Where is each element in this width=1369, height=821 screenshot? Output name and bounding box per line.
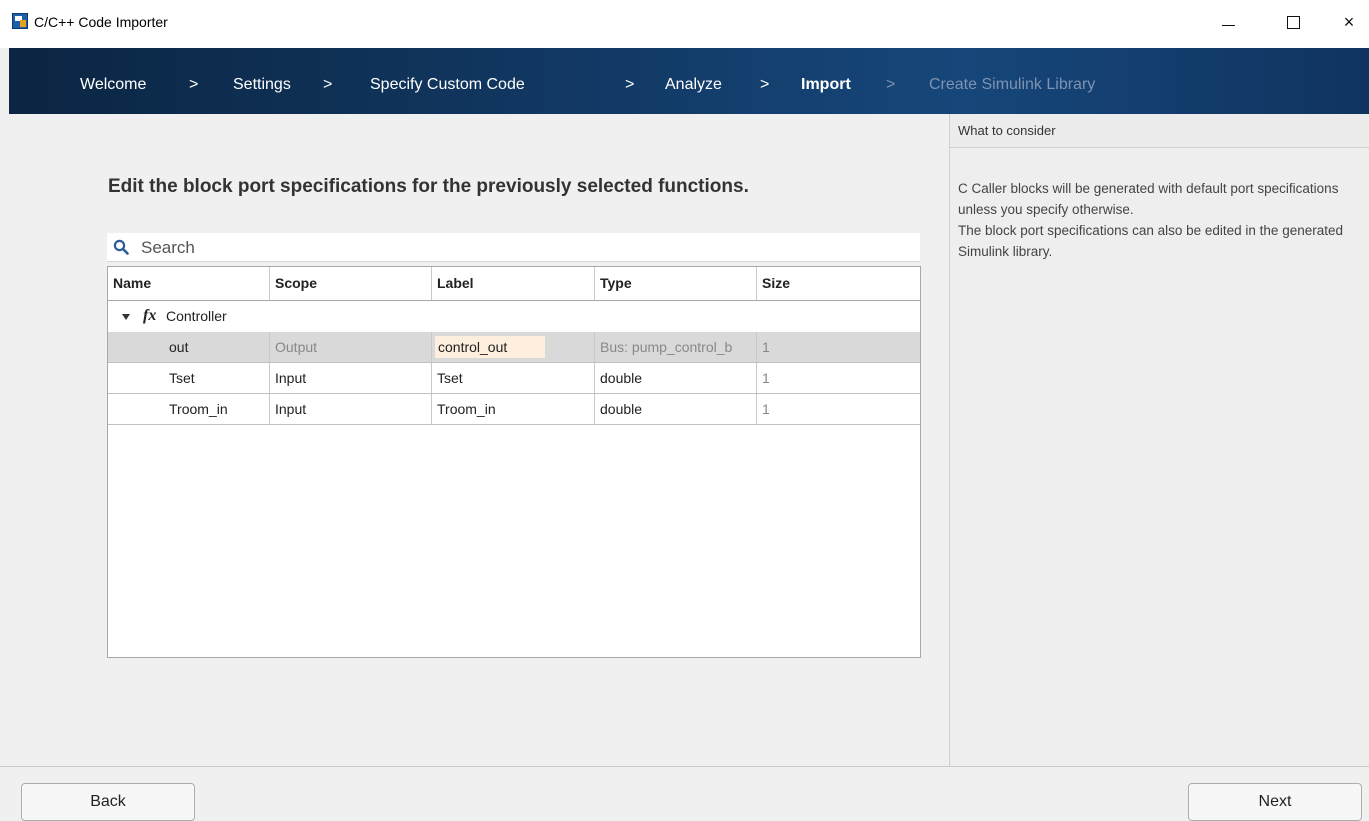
function-name: Controller bbox=[166, 308, 227, 324]
table-row[interactable]: Tset Input Tset double 1 bbox=[108, 363, 920, 394]
crumb-analyze[interactable]: Analyze bbox=[665, 76, 722, 94]
title-bar: C/C++ Code Importer × bbox=[0, 0, 1369, 48]
maximize-icon bbox=[1286, 15, 1300, 29]
footer-bar: Back Next bbox=[0, 766, 1369, 821]
cell-size[interactable]: 1 bbox=[757, 394, 920, 424]
column-header-type[interactable]: Type bbox=[595, 267, 757, 300]
cell-type[interactable]: Bus: pump_control_b bbox=[595, 332, 757, 362]
table-header: Name Scope Label Type Size bbox=[108, 267, 920, 301]
crumb-welcome[interactable]: Welcome bbox=[80, 76, 146, 94]
crumb-settings[interactable]: Settings bbox=[233, 76, 291, 94]
cell-type[interactable]: double bbox=[595, 363, 757, 393]
search-box[interactable] bbox=[107, 233, 920, 262]
label-edit-field[interactable]: control_out bbox=[435, 336, 545, 358]
port-spec-table: Name Scope Label Type Size fx Controller… bbox=[107, 266, 921, 658]
help-text-line: C Caller blocks will be generated with d… bbox=[958, 181, 1339, 217]
crumb-specify-custom-code[interactable]: Specify Custom Code bbox=[370, 76, 525, 94]
back-button[interactable]: Back bbox=[21, 783, 195, 821]
cell-size[interactable]: 1 bbox=[757, 332, 920, 362]
cell-name: out bbox=[108, 332, 270, 362]
column-header-name[interactable]: Name bbox=[108, 267, 270, 300]
window-border bbox=[0, 48, 9, 766]
crumb-create-simulink-library: Create Simulink Library bbox=[929, 76, 1096, 93]
column-header-scope[interactable]: Scope bbox=[270, 267, 432, 300]
help-panel-text: C Caller blocks will be generated with d… bbox=[958, 178, 1366, 262]
help-panel-header: What to consider bbox=[950, 114, 1369, 148]
crumb-separator: > bbox=[886, 76, 896, 93]
close-icon: × bbox=[1343, 11, 1355, 32]
search-input[interactable] bbox=[141, 237, 901, 259]
page-title: Edit the block port specifications for t… bbox=[108, 176, 749, 197]
crumb-separator: > bbox=[625, 76, 635, 93]
function-group-row[interactable]: fx Controller bbox=[108, 302, 920, 332]
table-row[interactable]: Troom_in Input Troom_in double 1 bbox=[108, 394, 920, 425]
crumb-separator: > bbox=[323, 76, 333, 93]
cell-scope[interactable]: Output bbox=[270, 332, 432, 362]
cell-type[interactable]: double bbox=[595, 394, 757, 424]
table-row[interactable]: out Output control_out Bus: pump_control… bbox=[108, 332, 920, 363]
main-panel: Edit the block port specifications for t… bbox=[9, 114, 949, 766]
next-button[interactable]: Next bbox=[1188, 783, 1362, 821]
cell-label[interactable]: control_out bbox=[432, 332, 595, 362]
expand-arrow-icon[interactable] bbox=[122, 314, 130, 320]
column-header-size[interactable]: Size bbox=[757, 267, 920, 300]
window-title: C/C++ Code Importer bbox=[34, 14, 168, 30]
cell-label[interactable]: Tset bbox=[432, 363, 595, 393]
help-panel: What to consider C Caller blocks will be… bbox=[949, 114, 1369, 766]
help-panel-title: What to consider bbox=[958, 123, 1056, 138]
minimize-button[interactable] bbox=[1205, 6, 1251, 38]
app-icon bbox=[12, 13, 28, 29]
close-button[interactable]: × bbox=[1326, 6, 1369, 38]
help-text-line: The block port specifications can also b… bbox=[958, 223, 1343, 259]
minimize-icon bbox=[1221, 24, 1235, 26]
column-header-label[interactable]: Label bbox=[432, 267, 595, 300]
cell-name: Troom_in bbox=[108, 394, 270, 424]
function-icon: fx bbox=[143, 307, 157, 324]
cell-name: Tset bbox=[108, 363, 270, 393]
cell-size[interactable]: 1 bbox=[757, 363, 920, 393]
cell-scope[interactable]: Input bbox=[270, 363, 432, 393]
crumb-import[interactable]: Import bbox=[801, 76, 851, 94]
cell-scope[interactable]: Input bbox=[270, 394, 432, 424]
breadcrumb: Welcome > Settings > Specify Custom Code… bbox=[9, 48, 1369, 114]
crumb-separator: > bbox=[760, 76, 770, 93]
search-icon bbox=[113, 239, 129, 255]
cell-label[interactable]: Troom_in bbox=[432, 394, 595, 424]
crumb-separator: > bbox=[189, 76, 199, 93]
maximize-button[interactable] bbox=[1270, 6, 1316, 38]
